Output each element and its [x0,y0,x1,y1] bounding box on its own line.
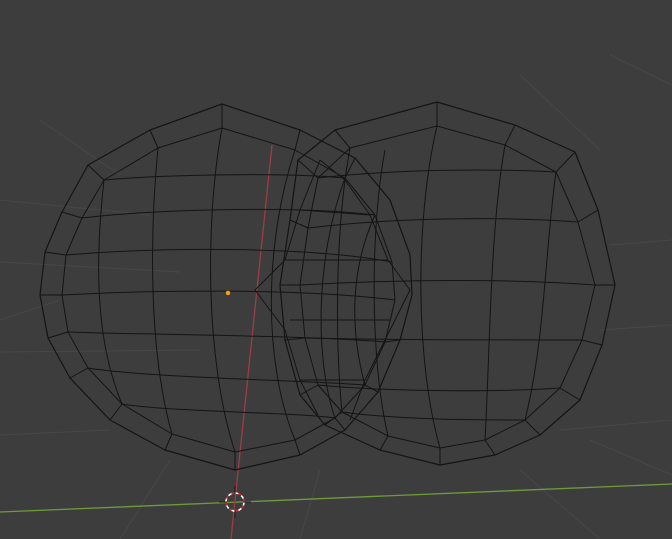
y-axis-line [230,144,273,539]
floor-grid [0,54,672,539]
3d-viewport[interactable] [0,0,672,539]
mesh-sphere-right[interactable] [254,101,616,466]
object-origin-point[interactable] [225,290,231,296]
viewport-canvas[interactable] [0,0,672,539]
x-axis-line [0,483,672,513]
